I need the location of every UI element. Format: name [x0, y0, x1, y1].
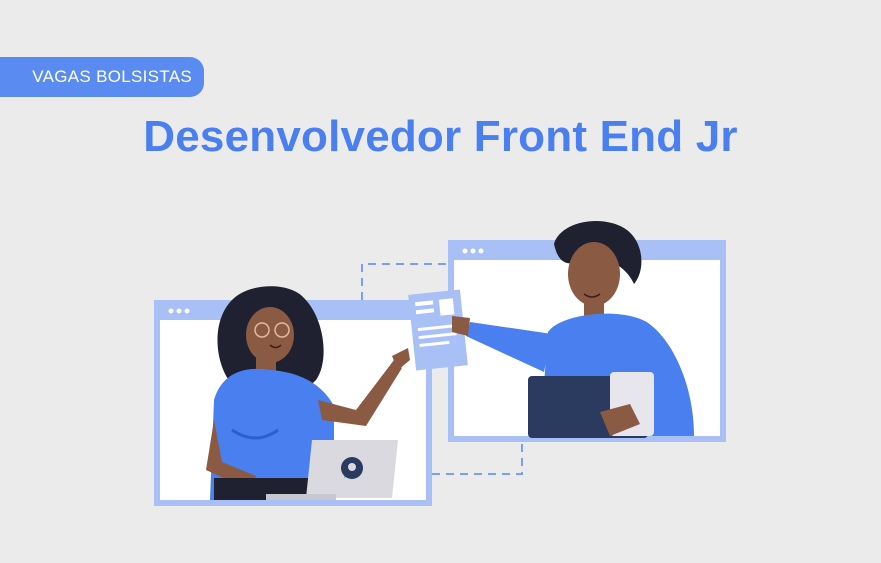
- window-dot-icon: [184, 308, 190, 314]
- window-dot-icon: [462, 248, 468, 254]
- window-dot-icon: [176, 308, 182, 314]
- window-dot-icon: [168, 308, 174, 314]
- window-dot-icon: [470, 248, 476, 254]
- video-call-illustration: [154, 221, 726, 506]
- window-dot-icon: [478, 248, 484, 254]
